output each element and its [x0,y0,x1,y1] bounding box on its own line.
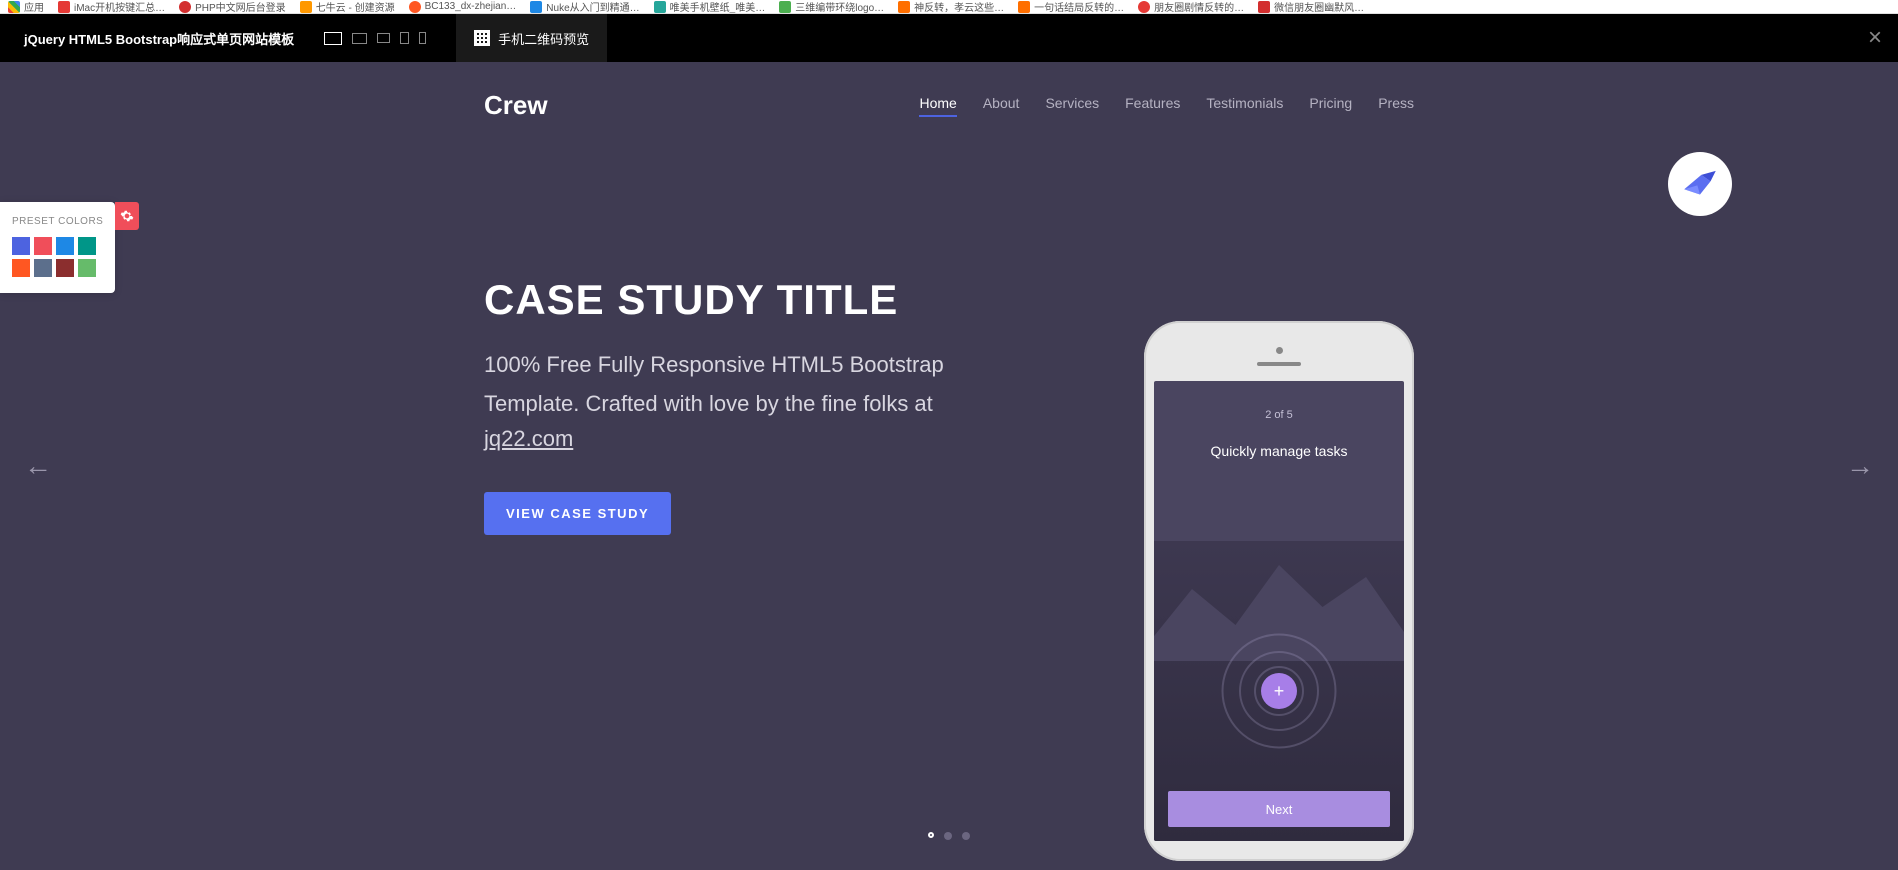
bookmark-label: 三维编带环绕logo… [795,0,884,14]
phone-camera [1276,347,1283,354]
slider-dot-3[interactable] [962,832,970,840]
bookmark-label: 唯美手机壁纸_唯美… [670,0,766,14]
nav-pricing[interactable]: Pricing [1309,95,1352,117]
bookmark-label: Nuke从入门到精通… [546,0,639,14]
hero-link[interactable]: jq22.com [484,426,573,451]
color-swatch[interactable] [78,237,96,255]
logo[interactable]: Crew [484,90,548,121]
nav-press[interactable]: Press [1378,95,1414,117]
apps-icon [8,1,20,13]
bookmark-label: 微信朋友圈幽默风… [1274,0,1364,14]
preview-title: jQuery HTML5 Bootstrap响应式单页网站模板 [0,29,294,48]
hero-text: CASE STUDY TITLE 100% Free Fully Respons… [484,276,984,535]
bookmark-label: 应用 [24,0,44,14]
color-swatch[interactable] [34,259,52,277]
phone-page-indicator: 2 of 5 [1154,381,1404,421]
color-swatch[interactable] [56,237,74,255]
view-case-study-button[interactable]: VIEW CASE STUDY [484,492,671,535]
nav-services[interactable]: Services [1045,95,1099,117]
bookmark-item[interactable]: 神反转，孝云这些… [898,0,1004,14]
hero-desc-line2: Template. Crafted with love by the fine … [484,387,984,420]
bookmark-label: iMac开机按键汇总… [74,0,165,14]
bookmark-icon [1138,1,1150,13]
hero-title: CASE STUDY TITLE [484,276,984,324]
slider-prev-icon[interactable]: ← [24,450,52,482]
bookmark-apps[interactable]: 应用 [8,0,44,14]
bookmark-icon [530,1,542,13]
desktop-icon[interactable] [324,32,342,45]
slider-next-icon[interactable]: → [1846,450,1874,482]
bookmark-item[interactable]: 一句话结局反转的… [1018,0,1124,14]
tablet-v-icon[interactable] [400,32,409,44]
slider-dot-1[interactable] [928,832,934,838]
tablet-h-icon[interactable] [377,33,390,43]
color-swatch[interactable] [12,237,30,255]
bookmark-icon [779,1,791,13]
bookmark-item[interactable]: 三维编带环绕logo… [779,0,884,14]
phone-speaker [1257,362,1301,366]
hero-section: Crew Home About Services Features Testim… [0,62,1898,870]
bookmark-item[interactable]: 唯美手机壁纸_唯美… [654,0,766,14]
close-icon[interactable]: × [1868,24,1882,52]
bookmarks-bar: 应用 iMac开机按键汇总… PHP中文网后台登录 七牛云 - 创建资源 BC1… [0,0,1898,14]
color-swatch[interactable] [78,259,96,277]
bookmark-item[interactable]: 七牛云 - 创建资源 [300,0,395,14]
laptop-icon[interactable] [352,33,367,44]
bookmark-label: 神反转，孝云这些… [914,0,1004,14]
bookmark-label: 朋友圈剧情反转的… [1154,0,1244,14]
phone-screen-title: Quickly manage tasks [1154,443,1404,459]
nav-home[interactable]: Home [919,95,956,117]
qr-preview-button[interactable]: 手机二维码预览 [456,14,607,62]
plus-icon: + [1261,673,1297,709]
bookmark-icon [179,1,191,13]
site-header: Crew Home About Services Features Testim… [484,62,1414,121]
bookmark-icon [300,1,312,13]
preset-colors-panel: PRESET COLORS [0,202,115,293]
preview-bar: jQuery HTML5 Bootstrap响应式单页网站模板 手机二维码预览 … [0,14,1898,62]
qr-label: 手机二维码预览 [498,29,589,48]
phone-bg-mountain: + Next [1154,541,1404,841]
phone-top [1154,331,1404,381]
color-swatch[interactable] [12,259,30,277]
bookmark-icon [1258,1,1270,13]
bookmark-icon [898,1,910,13]
slider-dots [928,832,970,840]
bookmark-icon [58,1,70,13]
bookmark-item[interactable]: 朋友圈剧情反转的… [1138,0,1244,14]
bookmark-icon [1018,1,1030,13]
preset-title: PRESET COLORS [12,216,103,227]
nav-about[interactable]: About [983,95,1020,117]
bookmark-item[interactable]: PHP中文网后台登录 [179,0,286,14]
hero-desc-line1: 100% Free Fully Responsive HTML5 Bootstr… [484,348,984,381]
bookmark-item[interactable]: Nuke从入门到精通… [530,0,639,14]
phone-icon[interactable] [419,32,426,44]
bookmark-item[interactable]: iMac开机按键汇总… [58,0,165,14]
gear-icon[interactable] [115,202,139,230]
main-nav: Home About Services Features Testimonial… [919,95,1414,117]
phone-next-button: Next [1168,791,1390,827]
bookmark-label: BC133_dx-zhejian… [425,1,517,12]
nav-testimonials[interactable]: Testimonials [1206,95,1283,117]
slider-dot-2[interactable] [944,832,952,840]
bookmark-item[interactable]: 微信朋友圈幽默风… [1258,0,1364,14]
bird-badge-icon[interactable] [1668,152,1732,216]
nav-features[interactable]: Features [1125,95,1180,117]
bookmark-icon [654,1,666,13]
color-swatch[interactable] [34,237,52,255]
bookmark-icon [409,1,421,13]
hero-content: CASE STUDY TITLE 100% Free Fully Respons… [484,121,1414,535]
bookmark-item[interactable]: BC133_dx-zhejian… [409,1,517,13]
qr-icon [474,30,490,46]
color-swatch[interactable] [56,259,74,277]
bookmark-label: PHP中文网后台登录 [195,0,286,14]
phone-screen: 2 of 5 Quickly manage tasks + Next [1154,381,1404,841]
bookmark-label: 七牛云 - 创建资源 [316,0,395,14]
bookmark-label: 一句话结局反转的… [1034,0,1124,14]
device-switcher [324,32,426,45]
phone-mockup: 2 of 5 Quickly manage tasks + Next [1144,321,1414,861]
